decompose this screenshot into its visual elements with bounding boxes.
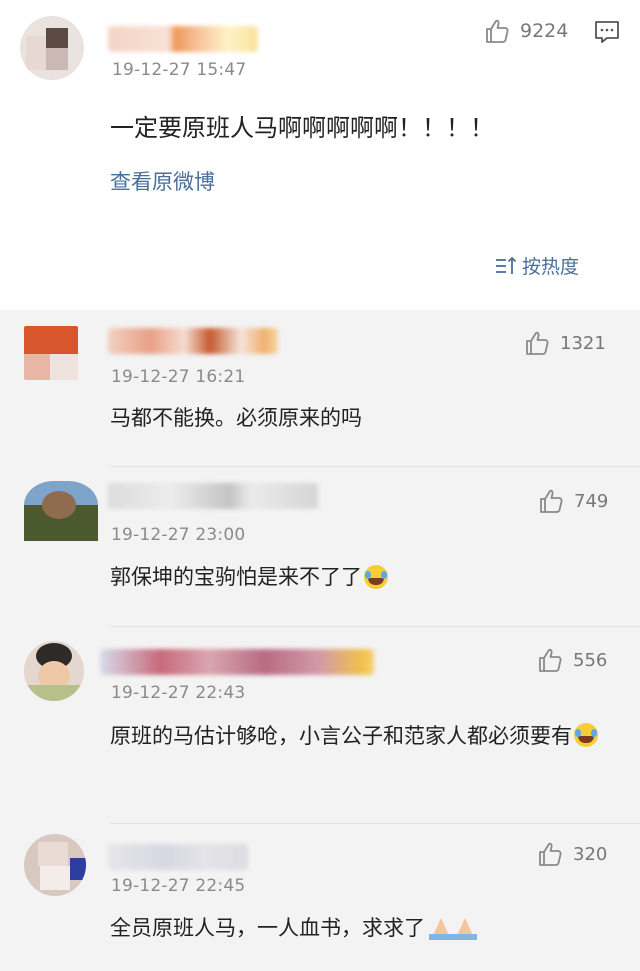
comment-timestamp: 19-12-27 22:43 [111,683,246,703]
like-count: 320 [573,843,608,865]
like-button[interactable]: 749 [538,488,608,514]
post-timestamp: 19-12-27 15:47 [112,60,247,80]
like-button[interactable]: 1321 [524,330,606,356]
like-count: 1321 [560,332,606,354]
comment-body: 郭保坤的宝驹怕是来不了了 [110,559,388,595]
thumbs-up-icon [539,842,562,866]
thumbs-up-icon [526,331,549,355]
avatar[interactable] [20,16,84,80]
sort-label: 按热度 [522,256,580,278]
like-count: 556 [573,649,608,671]
thumbs-up-icon [539,648,562,672]
avatar[interactable] [24,326,78,380]
username-blurred[interactable] [100,649,374,675]
comment-timestamp: 19-12-27 22:45 [111,876,246,896]
comment-text: 马都不能换。必须原来的吗 [110,406,362,430]
laugh-cry-emoji [364,565,388,589]
like-count: 9224 [520,20,569,42]
username-blurred[interactable] [108,26,258,52]
comment-body: 原班的马估计够呛，小言公子和范家人都必须要有 [110,717,620,755]
avatar[interactable] [24,641,84,701]
avatar[interactable] [24,481,98,541]
like-button[interactable]: 320 [537,841,607,867]
sort-toggle[interactable]: 按热度 [494,252,579,279]
post-text: 一定要原班人马啊啊啊啊啊！！！！ [110,114,494,142]
thumbs-up-icon [486,19,509,43]
comment-body: 全员原班人马，一人血书，求求了 [110,910,479,946]
avatar[interactable] [24,834,86,896]
comment-item: 19-12-27 23:00 749 郭保坤的宝驹怕是来不了了 [0,467,640,627]
comment-item: 19-12-27 22:43 556 原班的马估计够呛，小言公子和范家人都必须要… [0,627,640,824]
thumbs-up-icon [540,489,563,513]
like-button[interactable]: 556 [537,647,607,673]
comment-text: 郭保坤的宝驹怕是来不了了 [110,565,362,589]
comment-icon[interactable] [593,19,621,45]
like-button[interactable]: 9224 [484,18,568,44]
comment-text: 原班的马估计够呛，小言公子和范家人都必须要有 [110,724,572,748]
comment-text: 全员原班人马，一人血书，求求了 [110,916,425,940]
username-blurred[interactable] [108,328,278,354]
sort-icon [496,256,517,274]
username-blurred[interactable] [108,844,248,870]
like-count: 749 [574,490,609,512]
comment-item: 19-12-27 22:45 320 全员原班人马，一人血书，求求了 [0,824,640,971]
praying-hands-emoji [429,916,479,940]
comment-timestamp: 19-12-27 16:21 [111,367,246,387]
username-blurred[interactable] [108,483,318,509]
laugh-cry-emoji [574,723,598,747]
main-post: 19-12-27 15:47 9224 一定要原班人马啊啊啊啊啊！！！！ 查看原… [0,0,640,310]
comment-item: 19-12-27 16:21 1321 马都不能换。必须原来的吗 [0,310,640,467]
view-original-link[interactable]: 查看原微博 [110,166,215,196]
comment-timestamp: 19-12-27 23:00 [111,525,246,545]
